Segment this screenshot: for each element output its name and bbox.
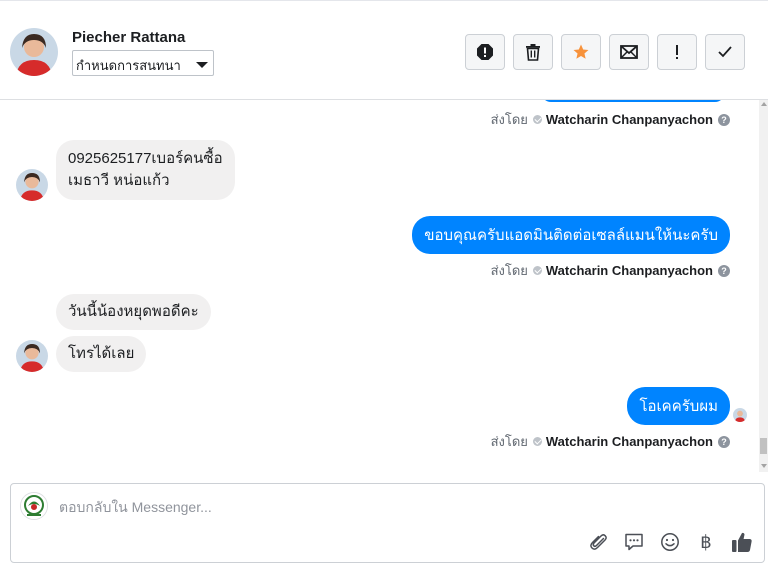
agent-name: Watcharin Chanpanyachon: [545, 434, 713, 449]
message-text: โอเคครับผม: [639, 398, 718, 415]
reply-input[interactable]: [59, 496, 699, 518]
baht-icon: ฿: [700, 531, 712, 553]
mark-important-button[interactable]: [657, 34, 697, 70]
help-icon[interactable]: ?: [718, 113, 730, 126]
message-text: เมธาวี หน่อแก้ว: [68, 172, 170, 189]
agent-name: Watcharin Chanpanyachon: [545, 263, 713, 278]
contact-name: Piecher Rattana: [72, 29, 186, 46]
scroll-up-arrow-icon[interactable]: [761, 102, 767, 106]
reply-composer: ฿: [10, 483, 765, 563]
outgoing-message-bubble: ขอบคุณครับแอดมินติดต่อเซลล์แมนให้นะครับ: [412, 216, 730, 254]
report-icon: [477, 44, 493, 60]
assign-conversation-label: กำหนดการสนทนา: [76, 58, 181, 73]
verified-check-icon: [532, 266, 542, 275]
saved-reply-icon: [625, 533, 643, 551]
like-button[interactable]: [730, 530, 754, 554]
scroll-down-arrow-icon[interactable]: [761, 464, 767, 468]
sent-by-line: ส่งโดย Watcharin Chanpanyachon ?: [491, 109, 730, 130]
thread-scrollbar[interactable]: [759, 100, 768, 472]
email-button[interactable]: [609, 34, 649, 70]
sent-by-line: ส่งโดย Watcharin Chanpanyachon ?: [491, 260, 730, 281]
report-button[interactable]: [465, 34, 505, 70]
sent-by-prefix: ส่งโดย: [490, 112, 528, 127]
sent-by-line: ส่งโดย Watcharin Chanpanyachon ?: [491, 431, 730, 452]
paperclip-icon: [590, 534, 607, 550]
help-icon[interactable]: ?: [718, 435, 730, 448]
emoji-button[interactable]: [658, 530, 682, 554]
emoji-icon: [661, 533, 679, 551]
message-text: วันนี้น้องหยุดพอดีคะ: [68, 303, 199, 320]
sent-by-prefix: ส่งโดย: [490, 263, 528, 278]
caret-down-icon: [196, 62, 208, 68]
saved-reply-button[interactable]: [622, 530, 646, 554]
verified-check-icon: [532, 115, 542, 124]
conversation-header: Piecher Rattana กำหนดการสนทนา: [0, 0, 768, 100]
message-thread[interactable]: ส่งโดย Watcharin Chanpanyachon ? 0925625…: [0, 100, 768, 472]
verified-check-icon: [532, 437, 542, 446]
star-button[interactable]: [561, 34, 601, 70]
trash-icon: [526, 44, 540, 61]
contact-avatar-small: [16, 340, 48, 372]
assign-conversation-dropdown[interactable]: กำหนดการสนทนา: [72, 50, 214, 76]
check-icon: [718, 46, 732, 58]
outgoing-message-bubble: โอเคครับผม: [627, 387, 730, 425]
delete-button[interactable]: [513, 34, 553, 70]
exclamation-icon: [676, 45, 678, 59]
payment-button[interactable]: ฿: [694, 530, 718, 554]
message-text: โทรได้เลย: [68, 345, 135, 362]
outgoing-message-bubble: [541, 100, 725, 102]
scrollbar-thumb[interactable]: [760, 438, 767, 454]
message-text: 0925625177เบอร์คนซื้อ: [68, 150, 223, 167]
thumbs-up-icon: [732, 532, 752, 552]
incoming-message-bubble: โทรได้เลย: [56, 336, 147, 372]
sent-by-prefix: ส่งโดย: [490, 434, 528, 449]
help-icon[interactable]: ?: [718, 264, 730, 277]
incoming-message-bubble: วันนี้น้องหยุดพอดีคะ: [56, 294, 211, 330]
incoming-message-bubble: 0925625177เบอร์คนซื้อ เมธาวี หน่อแก้ว: [56, 140, 235, 200]
contact-avatar[interactable]: [10, 28, 58, 76]
seen-avatar: [733, 408, 747, 422]
star-icon: [573, 44, 589, 59]
agent-name: Watcharin Chanpanyachon: [545, 112, 713, 127]
attach-button[interactable]: [587, 530, 611, 554]
message-text: ขอบคุณครับแอดมินติดต่อเซลล์แมนให้นะครับ: [424, 227, 718, 244]
envelope-icon: [620, 45, 638, 59]
page-avatar: [20, 492, 48, 520]
mark-done-button[interactable]: [705, 34, 745, 70]
contact-avatar-small: [16, 169, 48, 201]
